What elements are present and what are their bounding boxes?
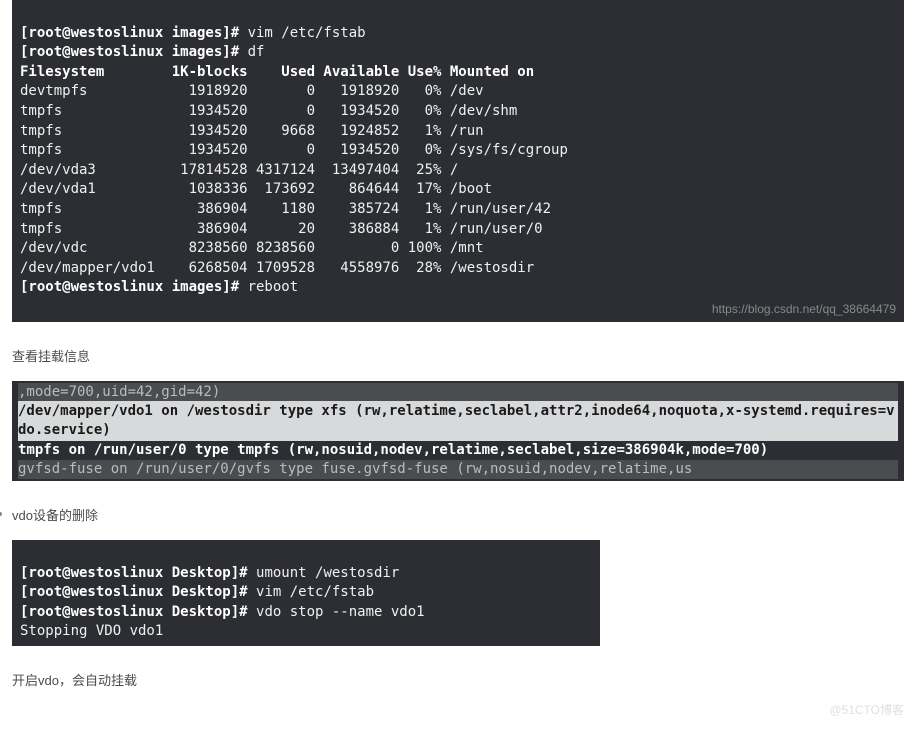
df-row: devtmpfs 1918920 0 1918920 0% /dev xyxy=(20,83,484,99)
label-vdo-delete: vdo设备的删除 xyxy=(0,505,904,524)
df-row: tmpfs 386904 1180 385724 1% /run/user/42 xyxy=(20,201,551,217)
terminal-block-3: [root@westoslinux Desktop]# umount /west… xyxy=(12,540,600,646)
df-header: Filesystem 1K-blocks Used Available Use%… xyxy=(20,64,534,80)
command: df xyxy=(248,44,265,60)
command: vim /etc/fstab xyxy=(248,25,366,41)
command: vim /etc/fstab xyxy=(256,584,374,600)
bullet-icon xyxy=(0,512,2,516)
terminal-block-2: ,mode=700,uid=42,gid=42)/dev/mapper/vdo1… xyxy=(12,381,904,481)
csdn-watermark: https://blog.csdn.net/qq_38664479 xyxy=(712,301,896,318)
df-row: /dev/mapper/vdo1 6268504 1709528 4558976… xyxy=(20,260,534,276)
mount-out-line: tmpfs on /run/user/0 type tmpfs (rw,nosu… xyxy=(18,442,768,458)
df-row: tmpfs 386904 20 386884 1% /run/user/0 xyxy=(20,221,543,237)
cto-watermark: @51CTO博客 xyxy=(0,701,916,718)
df-row: tmpfs 1934520 0 1934520 0% /sys/fs/cgrou… xyxy=(20,142,568,158)
prompt: [root@westoslinux images]# xyxy=(20,44,248,60)
label-text: vdo设备的删除 xyxy=(12,505,98,524)
output-line: Stopping VDO vdo1 xyxy=(20,623,163,639)
terminal-block-1: [root@westoslinux images]# vim /etc/fsta… xyxy=(12,0,904,322)
prompt: [root@westoslinux images]# xyxy=(20,279,248,295)
df-row: tmpfs 1934520 9668 1924852 1% /run xyxy=(20,123,484,139)
label-start-vdo: 开启vdo，会自动挂载 xyxy=(12,670,904,689)
command: umount /westosdir xyxy=(256,565,399,581)
prompt: [root@westoslinux Desktop]# xyxy=(20,604,256,620)
command: vdo stop --name vdo1 xyxy=(256,604,425,620)
mount-out-line: ,mode=700,uid=42,gid=42) xyxy=(18,383,898,402)
prompt: [root@westoslinux images]# xyxy=(20,25,248,41)
label-view-mount-info: 查看挂载信息 xyxy=(12,346,904,365)
df-row: /dev/vda3 17814528 4317124 13497404 25% … xyxy=(20,162,458,178)
prompt: [root@westoslinux Desktop]# xyxy=(20,565,256,581)
df-row: /dev/vda1 1038336 173692 864644 17% /boo… xyxy=(20,181,492,197)
command: reboot xyxy=(248,279,299,295)
df-row: /dev/vdc 8238560 8238560 0 100% /mnt xyxy=(20,240,484,256)
prompt: [root@westoslinux Desktop]# xyxy=(20,584,256,600)
mount-out-line: gvfsd-fuse on /run/user/0/gvfs type fuse… xyxy=(18,460,898,479)
df-row: tmpfs 1934520 0 1934520 0% /dev/shm xyxy=(20,103,517,119)
mount-out-highlight: /dev/mapper/vdo1 on /westosdir type xfs … xyxy=(18,401,898,441)
